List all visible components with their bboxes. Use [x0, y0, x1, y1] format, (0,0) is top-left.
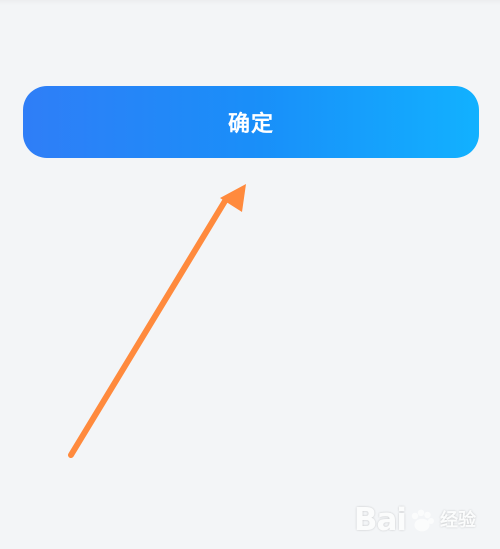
- top-edge: [0, 0, 500, 5]
- arrow-up-right-icon: [68, 184, 246, 458]
- paw-icon: [411, 509, 434, 531]
- annotation-arrow-shaft: [68, 198, 228, 458]
- mobile-screen: 确定 Bai 经验: [0, 0, 500, 549]
- watermark-text-left: Bai: [353, 502, 407, 538]
- annotation-arrow-head: [220, 184, 246, 212]
- watermark: Bai 经验: [354, 505, 476, 536]
- watermark-text-right: 经验: [440, 509, 476, 531]
- confirm-button[interactable]: 确定: [23, 86, 479, 158]
